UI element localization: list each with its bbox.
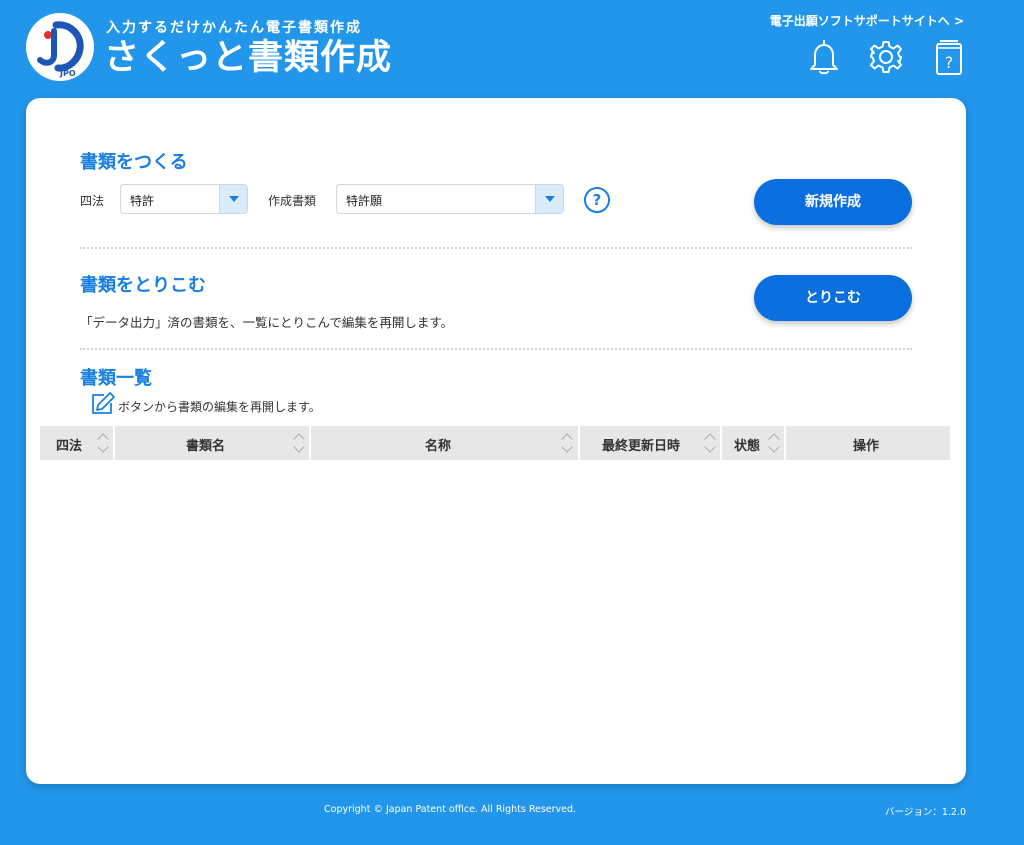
sort-icon[interactable] [560, 430, 574, 456]
doc-type-label: 作成書類 [268, 194, 317, 208]
notification-bell-icon[interactable] [806, 38, 842, 76]
help-book-icon[interactable]: ? [931, 38, 967, 76]
import-description: 「データ出力」済の書類を、一覧にとりこんで編集を再開します。 [80, 315, 454, 330]
logo-text: JPO [59, 69, 76, 78]
svg-text:?: ? [945, 53, 954, 72]
import-section-title: 書類をとりこむ [80, 275, 206, 296]
new-create-button[interactable]: 新規作成 [754, 179, 912, 225]
list-section-title: 書類一覧 [80, 368, 152, 389]
help-circle-icon[interactable]: ? [584, 187, 610, 213]
main-card: 書類をつくる 四法 特許 作成書類 特許願 ? 新規作成 書類をとりこむ 「デー… [26, 98, 966, 784]
column-header-updated: 最終更新日時 [580, 426, 720, 460]
copyright: Copyright © Japan Patent office. All Rig… [324, 804, 577, 815]
column-header-title: 名称 [311, 426, 578, 460]
tagline: 入力するだけかんたん電子書類作成 [106, 20, 362, 36]
app-title: さくっと書類作成 [104, 38, 393, 78]
import-button[interactable]: とりこむ [754, 275, 912, 321]
law-label: 四法 [80, 194, 105, 208]
document-table-header: 四法 書類名 名称 最終更新日時 状態 操作 [40, 426, 950, 460]
section-divider [80, 348, 912, 350]
app-header: JPO 入力するだけかんたん電子書類作成 さくっと書類作成 電子出願ソフトサポー… [0, 0, 1024, 96]
sort-icon[interactable] [703, 430, 717, 456]
doc-type-select-value: 特許願 [346, 194, 383, 208]
section-divider [80, 247, 912, 249]
version-label: バージョン：1.2.0 [885, 807, 966, 818]
sort-icon[interactable] [767, 430, 781, 456]
chevron-down-icon [535, 185, 563, 213]
sort-icon[interactable] [292, 430, 306, 456]
sort-icon[interactable] [96, 430, 110, 456]
edit-icon [90, 391, 116, 415]
law-select[interactable]: 特許 [120, 184, 248, 214]
chevron-down-icon [219, 185, 247, 213]
column-header-actions: 操作 [786, 426, 950, 460]
list-hint: ボタンから書類の編集を再開します。 [118, 400, 321, 414]
law-select-value: 特許 [130, 194, 155, 208]
doc-type-select[interactable]: 特許願 [336, 184, 564, 214]
support-site-link[interactable]: 電子出願ソフトサポートサイトへ > [770, 12, 964, 29]
create-section-title: 書類をつくる [80, 152, 188, 173]
column-header-status: 状態 [722, 426, 784, 460]
settings-gear-icon[interactable] [868, 38, 904, 76]
column-header-law: 四法 [40, 426, 113, 460]
jpo-logo: JPO [26, 13, 94, 81]
column-header-doc-name: 書類名 [115, 426, 309, 460]
